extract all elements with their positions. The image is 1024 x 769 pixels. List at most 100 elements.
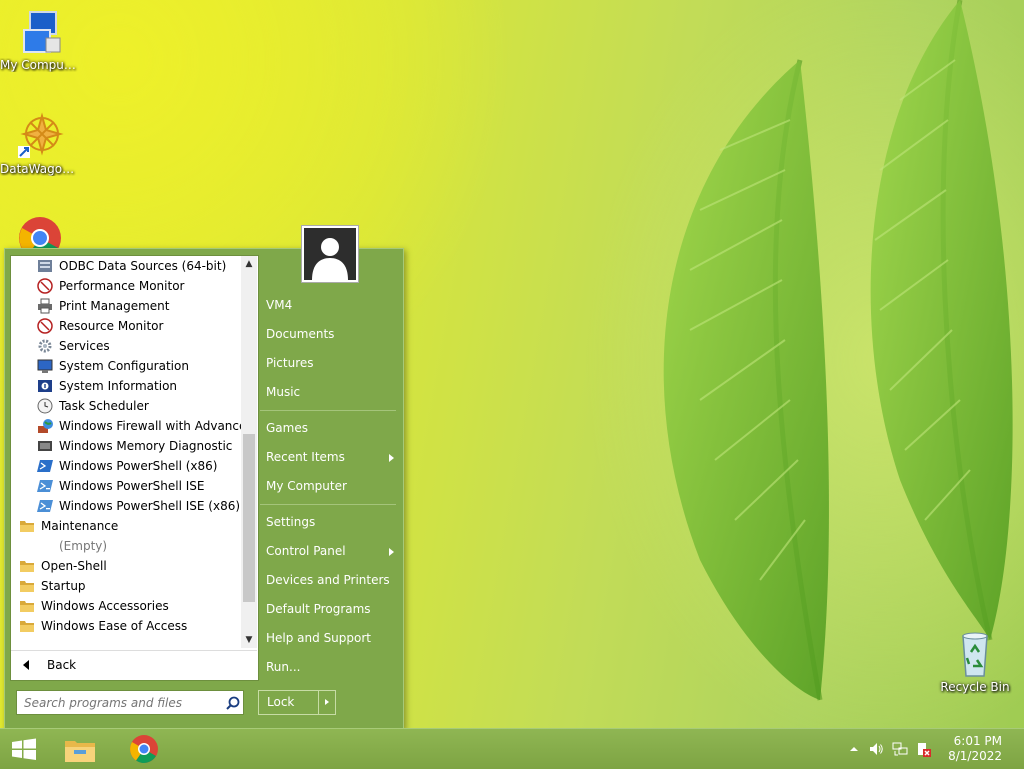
action-center-alert-icon[interactable]	[916, 741, 932, 757]
program-folder[interactable]: Maintenance	[11, 516, 241, 536]
desktop-icon-label: My Computer	[0, 58, 80, 72]
program-item[interactable]: Services	[11, 336, 241, 356]
taskbar-clock[interactable]: 6:01 PM 8/1/2022	[932, 734, 1002, 764]
start-menu-link-label: Games	[266, 421, 308, 435]
program-item[interactable]: ODBC Data Sources (64-bit)	[11, 256, 241, 276]
start-menu-link[interactable]: Pictures	[260, 349, 400, 378]
powershell-icon	[37, 458, 53, 474]
program-label: System Configuration	[59, 359, 189, 373]
folder-icon	[19, 598, 35, 614]
odbc-icon	[37, 258, 53, 274]
scroll-thumb[interactable]	[243, 434, 255, 602]
volume-icon[interactable]	[868, 741, 884, 757]
start-menu-link-label: Devices and Printers	[266, 573, 390, 587]
start-menu-link[interactable]: Games	[260, 414, 400, 443]
programs-list: ODBC Data Sources (64-bit) Performance Mo…	[11, 256, 241, 648]
clock-icon	[37, 398, 53, 414]
program-item[interactable]: Windows Firewall with Advanced	[11, 416, 241, 436]
start-menu-link-label: Music	[266, 385, 301, 399]
program-label: Resource Monitor	[59, 319, 164, 333]
system-info-icon	[37, 378, 53, 394]
start-menu-link[interactable]: Default Programs	[260, 595, 400, 624]
start-menu-link[interactable]: Help and Support	[260, 624, 400, 653]
desktop-icon-datawagon[interactable]: DataWagon...	[0, 112, 80, 176]
desktop-icon-label: DataWagon...	[0, 162, 80, 176]
program-item[interactable]: Windows Memory Diagnostic	[11, 436, 241, 456]
program-label: (Empty)	[59, 539, 108, 553]
printer-icon	[37, 298, 53, 314]
taskbar: 6:01 PM 8/1/2022	[0, 728, 1024, 769]
desktop-icon-my-computer[interactable]: My Computer	[0, 8, 80, 72]
start-menu-link-label: Run...	[266, 660, 301, 674]
program-item[interactable]: Windows PowerShell ISE	[11, 476, 241, 496]
program-item[interactable]: System Configuration	[11, 356, 241, 376]
program-label: Windows PowerShell (x86)	[59, 459, 218, 473]
program-folder[interactable]: Startup	[11, 576, 241, 596]
system-tray: 6:01 PM 8/1/2022	[824, 729, 1024, 769]
start-menu-link[interactable]: Settings	[260, 508, 400, 537]
gear-icon	[37, 338, 53, 354]
program-label: Windows Firewall with Advanced	[59, 419, 241, 433]
network-icon[interactable]	[892, 741, 908, 757]
start-menu-link-label: Recent Items	[266, 450, 345, 464]
taskbar-chrome[interactable]	[124, 733, 164, 765]
start-menu-link[interactable]: Devices and Printers	[260, 566, 400, 595]
program-label: Windows PowerShell ISE	[59, 479, 205, 493]
program-item[interactable]: Windows PowerShell (x86)	[11, 456, 241, 476]
start-menu-link[interactable]: Run...	[260, 653, 400, 682]
submenu-arrow-icon	[389, 548, 394, 556]
start-menu-link-label: Settings	[266, 515, 316, 529]
program-label: Print Management	[59, 299, 170, 313]
desktop-icon-recycle-bin[interactable]: Recycle Bin	[935, 630, 1015, 694]
search-box[interactable]	[16, 690, 244, 715]
user-picture[interactable]	[301, 225, 359, 283]
programs-scrollbar[interactable]: ▲ ▼	[241, 256, 257, 648]
start-menu-link[interactable]: Recent Items	[260, 443, 400, 472]
taskbar-file-explorer[interactable]	[60, 733, 100, 765]
show-hidden-icons[interactable]	[846, 741, 862, 757]
search-icon[interactable]	[226, 696, 240, 710]
program-item[interactable]: Task Scheduler	[11, 396, 241, 416]
program-item: (Empty)	[11, 536, 241, 556]
program-item[interactable]: System Information	[11, 376, 241, 396]
program-folder[interactable]: Windows Accessories	[11, 596, 241, 616]
file-explorer-icon	[65, 741, 95, 762]
scroll-down-arrow[interactable]: ▼	[241, 632, 257, 648]
start-button[interactable]	[4, 733, 44, 765]
start-menu-link[interactable]: VM4	[260, 291, 400, 320]
program-folder[interactable]: Open-Shell	[11, 556, 241, 576]
desktop-icon-chrome[interactable]	[0, 214, 80, 248]
datawagon-icon	[16, 112, 64, 160]
program-folder[interactable]: Windows Ease of Access	[11, 616, 241, 636]
start-menu-link-label: Documents	[266, 327, 335, 341]
program-label: System Information	[59, 379, 178, 393]
chevron-right-icon	[324, 699, 329, 705]
folder-icon	[19, 518, 35, 534]
program-item[interactable]: Windows PowerShell ISE (x86)	[11, 496, 241, 516]
program-item[interactable]: Print Management	[11, 296, 241, 316]
start-menu-link-label: VM4	[266, 298, 293, 312]
folder-icon	[19, 578, 35, 594]
lock-button[interactable]: Lock	[258, 690, 336, 715]
submenu-arrow-icon	[389, 454, 394, 462]
back-arrow-icon	[23, 660, 29, 670]
lock-options-button[interactable]	[317, 691, 335, 714]
start-menu-link[interactable]: Control Panel	[260, 537, 400, 566]
start-menu-link[interactable]: Documents	[260, 320, 400, 349]
start-menu-link-label: Help and Support	[266, 631, 371, 645]
back-button[interactable]: Back	[11, 650, 257, 679]
start-menu-link-label: Control Panel	[266, 544, 346, 558]
program-item[interactable]: Performance Monitor	[11, 276, 241, 296]
scroll-up-arrow[interactable]: ▲	[241, 256, 257, 272]
computer-icon	[16, 8, 64, 56]
start-menu-link[interactable]: Music	[260, 378, 400, 407]
chrome-icon	[130, 735, 158, 763]
search-input[interactable]	[22, 694, 222, 711]
program-label: Maintenance	[41, 519, 119, 533]
start-menu-link[interactable]: My Computer	[260, 472, 400, 501]
program-label: Task Scheduler	[59, 399, 149, 413]
program-label: ODBC Data Sources (64-bit)	[59, 259, 227, 273]
program-item[interactable]: Resource Monitor	[11, 316, 241, 336]
program-label: Services	[59, 339, 110, 353]
menu-separator	[260, 410, 396, 411]
